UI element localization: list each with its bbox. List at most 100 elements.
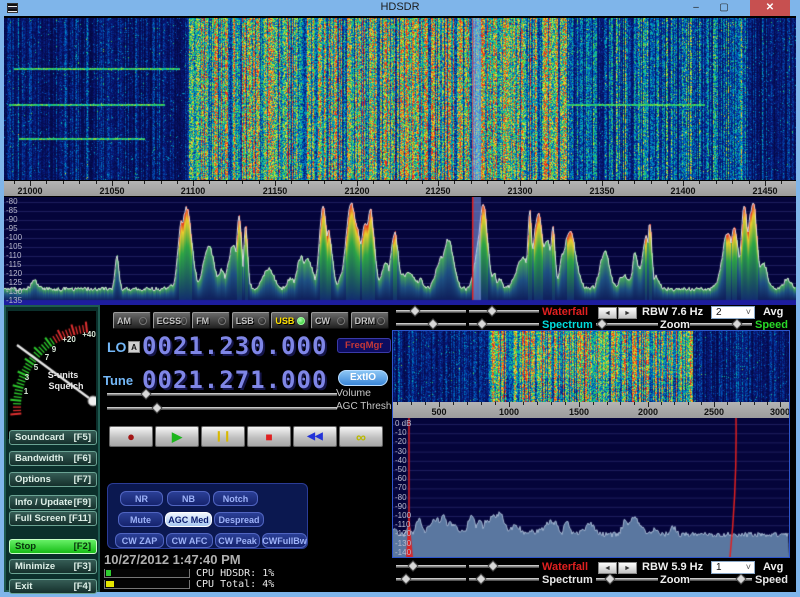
strip-slider-1-thumb[interactable] (409, 305, 421, 317)
scale-minor-tick (128, 181, 130, 184)
sub-waterfall-canvas[interactable] (393, 331, 789, 402)
zoom-slider[interactable] (596, 573, 658, 585)
dsp-button-cwfullbw[interactable]: CWFullBw (262, 533, 307, 548)
zoom-slider-thumb[interactable] (596, 318, 608, 330)
lo-auto-badge[interactable]: A (128, 341, 140, 353)
close-window-button[interactable]: ✕ (750, 0, 790, 16)
main-waterfall-canvas[interactable] (4, 18, 796, 180)
stop-icon: ■ (265, 429, 273, 444)
left-button-minimize[interactable]: Minimize [F3] (9, 559, 97, 574)
minimize-window-button[interactable]: – (684, 0, 708, 16)
dsp-button-nr[interactable]: NR (120, 491, 163, 506)
agc-threshold-slider[interactable] (107, 402, 337, 414)
strip-slider-1-track[interactable] (396, 310, 466, 313)
strip-slider-3[interactable] (396, 318, 466, 330)
left-button-bandwidth[interactable]: Bandwidth [F6] (9, 451, 97, 466)
left-button-exit[interactable]: Exit [F4] (9, 579, 97, 594)
left-button-stop[interactable]: Stop [F2] (9, 539, 97, 554)
strip-slider-4-thumb[interactable] (476, 318, 488, 330)
scale-tick-label: 21400 (670, 186, 696, 196)
db-label: -90 (6, 215, 18, 224)
strip-slider-2-track[interactable] (469, 310, 539, 313)
strip-slider-3-thumb[interactable] (400, 573, 412, 585)
loop-button[interactable]: ∞ (339, 426, 383, 447)
dsp-button-cw-peak[interactable]: CW Peak (215, 533, 260, 548)
strip-slider-1-thumb[interactable] (407, 560, 419, 572)
mode-button-drm[interactable]: DRM (350, 312, 389, 329)
rbw-increase-button[interactable]: ► (618, 562, 637, 574)
strip-slider-2-thumb[interactable] (486, 305, 498, 317)
rbw-decrease-button[interactable]: ◄ (598, 307, 617, 319)
mode-button-ecss[interactable]: ECSS (152, 312, 191, 329)
strip-slider-2-track[interactable] (469, 565, 539, 568)
s-meter-units-label: S-units (47, 370, 79, 380)
dsp-button-nb[interactable]: NB (167, 491, 210, 506)
scale-minor-tick (661, 402, 663, 405)
agc-threshold-slider-track[interactable] (107, 407, 337, 410)
strip-slider-1[interactable] (396, 560, 466, 572)
strip-slider-2[interactable] (469, 560, 539, 572)
scale-minor-tick (160, 181, 162, 184)
avg-count-select[interactable]: 2 ˅ (711, 306, 755, 319)
lo-frequency-display[interactable]: 0021.230.000 (142, 332, 327, 360)
strip-slider-4-thumb[interactable] (475, 573, 487, 585)
strip-slider-2-thumb[interactable] (487, 560, 499, 572)
spectrum-tab-label[interactable]: Spectrum (542, 574, 593, 586)
cpu-total-text: CPU Total: 4% (196, 579, 275, 590)
dsp-button-despread[interactable]: Despread (214, 512, 264, 527)
agc-threshold-slider-thumb[interactable] (151, 402, 163, 414)
main-spectrum[interactable]: -80 -85 -90 -95 -100 -105 -110 -115 -120 -125 -130… (4, 197, 796, 305)
strip-slider-3-thumb[interactable] (427, 318, 439, 330)
rewind-button[interactable]: ◀◀ (293, 426, 337, 447)
rbw-decrease-button[interactable]: ◄ (598, 562, 617, 574)
waterfall-tab-label[interactable]: Waterfall (542, 561, 588, 573)
speed-slider[interactable] (690, 573, 752, 585)
volume-slider[interactable] (107, 388, 337, 400)
mode-button-cw[interactable]: CW (311, 312, 349, 329)
dsp-button-cw-afc[interactable]: CW AFC (166, 533, 213, 548)
left-button-options[interactable]: Options [F7] (9, 472, 97, 487)
volume-slider-thumb[interactable] (140, 388, 152, 400)
play-icon: ▶ (172, 428, 182, 444)
freqmgr-button[interactable]: FreqMgr (337, 338, 391, 353)
sub-spectrum[interactable]: 0 dB -10 -20 -30 -40 -50 -60 -70 -80 -90 -100 -110-… (393, 418, 789, 557)
scale-minor-tick (481, 402, 482, 405)
strip-slider-2[interactable] (469, 305, 539, 317)
strip-slider-4[interactable] (469, 318, 539, 330)
record-button[interactable]: ● (109, 426, 153, 447)
left-button-soundcard[interactable]: Soundcard [F5] (9, 430, 97, 445)
play-button[interactable]: ▶ (155, 426, 199, 447)
mode-button-fm[interactable]: FM (192, 312, 231, 329)
strip-slider-3[interactable] (396, 573, 466, 585)
stop-button[interactable]: ■ (247, 426, 291, 447)
mode-button-lsb[interactable]: LSB (231, 312, 270, 329)
dsp-button-agc-med[interactable]: AGC Med (165, 512, 212, 527)
rbw-increase-button[interactable]: ► (618, 307, 637, 319)
mode-button-am[interactable]: AM (113, 312, 151, 329)
left-button-info-update[interactable]: Info / Update [F9] (9, 495, 97, 510)
speed-slider-thumb[interactable] (735, 573, 747, 585)
maximize-window-button[interactable]: ▢ (712, 0, 736, 16)
main-frequency-scale[interactable]: 21000 21050 21100 21150 21200 21250 21300 21350… (4, 181, 796, 196)
zoom-slider-thumb[interactable] (604, 573, 616, 585)
avg-count-value: 1 (716, 562, 722, 573)
dsp-button-cw-zap[interactable]: CW ZAP (115, 533, 164, 548)
left-button-full-screen[interactable]: Full Screen [F11] (9, 511, 97, 526)
speed-slider[interactable] (690, 318, 752, 330)
waterfall-tab-label[interactable]: Waterfall (542, 306, 588, 318)
strip-slider-4[interactable] (469, 573, 539, 585)
speed-slider-thumb[interactable] (731, 318, 743, 330)
strip-slider-1[interactable] (396, 305, 466, 317)
scale-tick-label: 21100 (180, 186, 206, 196)
pause-button[interactable]: ❙❙ (201, 426, 245, 447)
scale-minor-tick (397, 402, 398, 405)
dsp-button-mute[interactable]: Mute (118, 512, 163, 527)
title-bar[interactable]: HDSDR – ▢ ✕ (0, 0, 800, 16)
avg-count-select[interactable]: 1 ˅ (711, 561, 755, 574)
mode-button-usb[interactable]: USB (271, 312, 310, 329)
zoom-slider[interactable] (596, 318, 658, 330)
dsp-button-notch[interactable]: Notch (213, 491, 258, 506)
extio-button[interactable]: ExtIO (338, 370, 388, 386)
db-label: -80 (395, 492, 407, 502)
sub-frequency-scale[interactable]: 500 1000 1500 2000 2500 3000 (393, 402, 789, 418)
